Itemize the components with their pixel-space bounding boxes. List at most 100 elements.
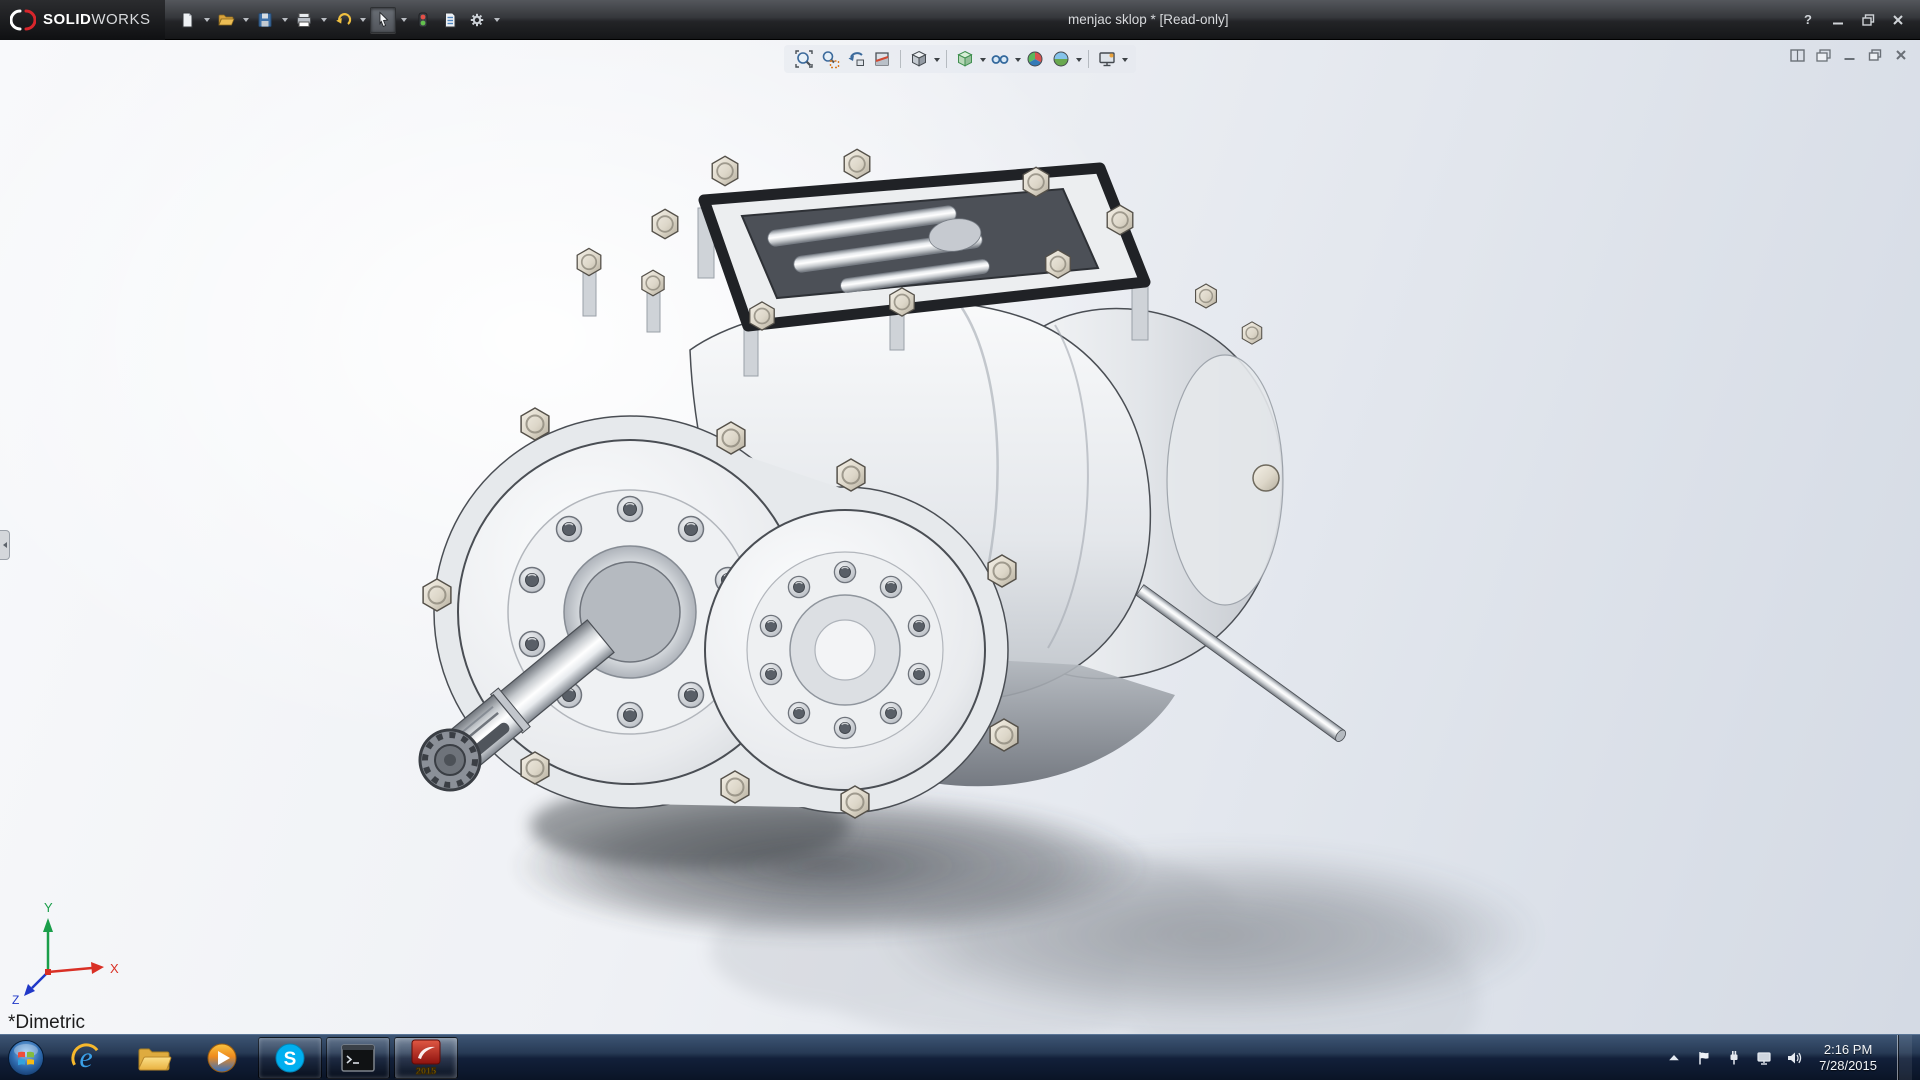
taskbar-windows-media-player[interactable]: [190, 1037, 254, 1079]
reference-triad: Y X Z: [6, 894, 136, 1006]
right-bearing-cover: [705, 510, 985, 790]
action-center-button[interactable]: [1695, 1049, 1713, 1067]
minimize-document-icon: [1843, 49, 1856, 61]
close-document-icon: [1895, 49, 1907, 61]
taskbar-skype[interactable]: S: [258, 1037, 322, 1079]
start-button[interactable]: [0, 1035, 52, 1080]
select-button[interactable]: [370, 7, 396, 33]
show-hidden-icons-button[interactable]: [1665, 1049, 1683, 1067]
restore-button[interactable]: [1856, 10, 1880, 30]
new-window-icon: [1790, 49, 1805, 62]
taskbar-solidworks[interactable]: 2015: [394, 1037, 458, 1079]
solidworks-app-icon: 2015: [409, 1039, 443, 1077]
view-orientation-label: *Dimetric: [8, 1012, 85, 1034]
file-properties-button[interactable]: [438, 7, 462, 33]
edit-appearance-ball-icon: [1025, 49, 1045, 69]
section-view-icon: [872, 49, 892, 69]
speaker-icon: [1786, 1050, 1802, 1066]
print-dropdown-arrow[interactable]: [321, 18, 327, 25]
brand-text: SOLIDWORKS: [43, 11, 151, 28]
close-document-button[interactable]: [1892, 47, 1910, 63]
options-button[interactable]: [465, 7, 489, 33]
close-button[interactable]: [1886, 10, 1910, 30]
previous-view-button[interactable]: [844, 47, 868, 71]
print-button[interactable]: [292, 7, 316, 33]
select-dropdown-arrow[interactable]: [401, 18, 407, 25]
restore-document-button[interactable]: [1866, 47, 1884, 63]
feature-manager-collapse-tab[interactable]: [0, 530, 10, 560]
new-document-button[interactable]: [175, 7, 199, 33]
triad-z-label: Z: [12, 993, 19, 1006]
graphics-area[interactable]: Y X Z *Dimetric: [0, 40, 1920, 1034]
brand-bold: SOLID: [43, 11, 91, 28]
save-dropdown-arrow[interactable]: [282, 18, 288, 25]
restore-icon: [1862, 14, 1875, 26]
view-settings-button[interactable]: [1095, 47, 1119, 71]
display-style-button[interactable]: [953, 47, 977, 71]
command-prompt-icon: [341, 1044, 375, 1072]
zoom-to-fit-icon: [794, 49, 814, 69]
rebuild-icon: [414, 11, 432, 29]
taskbar-internet-explorer[interactable]: e: [54, 1037, 118, 1079]
view-orientation-dropdown[interactable]: [934, 58, 940, 65]
window-controls: ?: [1796, 10, 1920, 30]
apply-scene-dropdown[interactable]: [1076, 58, 1082, 65]
hide-show-items-button[interactable]: [988, 47, 1012, 71]
top-cover-gasket: [704, 168, 1145, 326]
clock-time: 2:16 PM: [1819, 1042, 1877, 1058]
taskbar-command-prompt[interactable]: [326, 1037, 390, 1079]
display-style-icon: [955, 49, 975, 69]
show-desktop-button[interactable]: [1897, 1035, 1912, 1080]
triad-x-label: X: [110, 961, 119, 976]
hide-show-dropdown[interactable]: [1015, 58, 1021, 65]
undo-button[interactable]: [331, 7, 355, 33]
clock-date: 7/28/2015: [1819, 1058, 1877, 1074]
open-dropdown-arrow[interactable]: [243, 18, 249, 25]
document-window-controls: [1788, 47, 1910, 63]
volume-tray-icon[interactable]: [1785, 1049, 1803, 1067]
system-tray: 2:16 PM 7/28/2015: [1665, 1035, 1920, 1080]
solidworks-logo-icon: [10, 7, 36, 33]
save-icon: [256, 11, 274, 29]
display-icon: [1756, 1050, 1772, 1066]
minimize-document-button[interactable]: [1840, 47, 1858, 63]
internet-explorer-icon: e: [68, 1040, 104, 1076]
heads-up-view-toolbar: [784, 45, 1136, 73]
taskbar-clock[interactable]: 2:16 PM 7/28/2015: [1815, 1042, 1885, 1074]
svg-text:S: S: [284, 1049, 297, 1070]
view-settings-dropdown[interactable]: [1122, 58, 1128, 65]
display-style-dropdown[interactable]: [980, 58, 986, 65]
minimize-button[interactable]: [1826, 10, 1850, 30]
power-tray-icon[interactable]: [1725, 1049, 1743, 1067]
minimize-icon: [1832, 14, 1844, 26]
chevron-up-icon: [1667, 1051, 1681, 1065]
folder-icon: [136, 1043, 172, 1073]
gearbox-model-render: [0, 40, 1920, 1034]
view-orientation-button[interactable]: [907, 47, 931, 71]
open-button[interactable]: [214, 7, 238, 33]
file-properties-icon: [441, 11, 459, 29]
network-tray-icon[interactable]: [1755, 1049, 1773, 1067]
solidworks-brand: SOLIDWORKS: [0, 0, 165, 40]
undo-dropdown-arrow[interactable]: [360, 18, 366, 25]
rebuild-button[interactable]: [411, 7, 435, 33]
save-button[interactable]: [253, 7, 277, 33]
taskbar-windows-explorer[interactable]: [122, 1037, 186, 1079]
brand-light: WORKS: [91, 11, 150, 28]
windows-taskbar: e S: [0, 1034, 1920, 1080]
open-icon: [217, 11, 235, 29]
toolbar-separator: [1088, 50, 1089, 68]
apply-scene-button[interactable]: [1049, 47, 1073, 71]
new-window-button[interactable]: [1788, 47, 1806, 63]
help-button[interactable]: ?: [1796, 10, 1820, 30]
edit-appearance-button[interactable]: [1023, 47, 1047, 71]
cascade-windows-button[interactable]: [1814, 47, 1832, 63]
new-dropdown-arrow[interactable]: [204, 18, 210, 25]
section-view-button[interactable]: [870, 47, 894, 71]
zoom-to-area-button[interactable]: [818, 47, 842, 71]
zoom-to-fit-button[interactable]: [792, 47, 816, 71]
menu-toolbar: [175, 7, 501, 33]
skype-icon: S: [273, 1041, 307, 1075]
options-dropdown-arrow[interactable]: [494, 18, 500, 25]
solidworks-year-badge: 2015: [416, 1066, 436, 1076]
